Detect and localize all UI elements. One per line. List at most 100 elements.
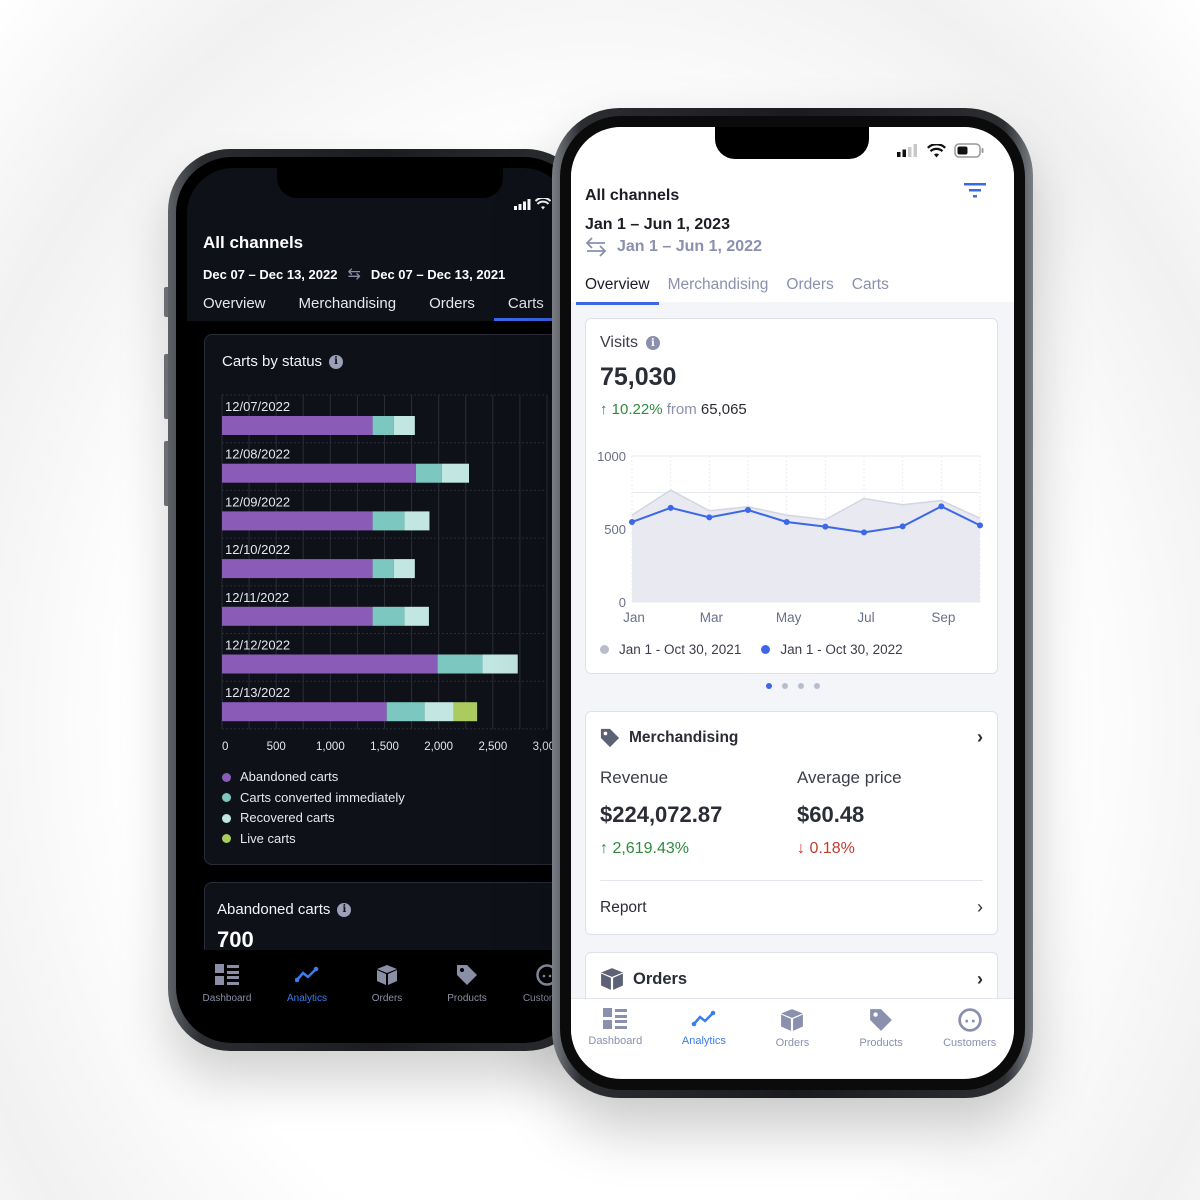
status-bar [514, 198, 551, 210]
pager-dot[interactable] [797, 683, 804, 689]
notch [715, 127, 869, 159]
y-tick-label: 500 [604, 522, 626, 537]
tab-merchandising[interactable]: Merchandising [299, 295, 397, 320]
filter-button[interactable] [964, 183, 988, 203]
carts-by-status-card: Carts by status i 12/07/2022 12/08/2022 12… [204, 334, 569, 865]
visits-card[interactable]: Visits i 75,030 ↑ 10.22% from 65,065 0 50… [585, 318, 998, 674]
x-tick-label: 500 [267, 741, 286, 753]
chart-legend: Jan 1 - Oct 30, 2021 Jan 1 - Oct 30, 2022 [600, 642, 903, 657]
carts-bar-chart: 12/07/2022 12/08/2022 12/09/2022 12/10/2022… [221, 394, 561, 753]
tab-carts[interactable]: Carts [852, 276, 889, 302]
orders-title: Orders [633, 969, 688, 988]
nav-customers[interactable]: Customers [925, 999, 1014, 1078]
chart-legend: Abandoned carts Carts converted immediate… [222, 767, 405, 849]
bar-segment-carts-converted-immediately [372, 511, 405, 531]
page-title: All channels [203, 233, 304, 252]
tag-icon [457, 965, 477, 985]
info-icon[interactable]: i [645, 336, 660, 350]
pager-dot[interactable] [813, 683, 820, 689]
chevron-right-icon[interactable]: › [977, 727, 983, 748]
revenue-value: $224,072.87 [600, 802, 723, 827]
y-tick-label: 1000 [597, 449, 626, 464]
bar-segment-recovered-carts [441, 463, 469, 483]
side-button [164, 354, 168, 419]
light-phone: All channels Jan 1 – Jun 1, 2023 Jan 1 –… [552, 108, 1033, 1098]
data-point [977, 522, 983, 529]
tab-carts[interactable]: Carts [493, 295, 569, 321]
compare-date-range[interactable]: Jan 1 – Jun 1, 2022 [585, 237, 762, 257]
nav-orders[interactable]: Orders [748, 999, 837, 1078]
date-range-picker[interactable]: Dec 07 – Dec 13, 2022 ⇆ Dec 07 – Dec 13,… [203, 264, 505, 284]
orders-box-icon [781, 1009, 804, 1031]
chevron-right-icon: › [977, 897, 983, 917]
nav-label: Customers [943, 1037, 997, 1049]
signal-icon [514, 198, 531, 210]
nav-analytics[interactable]: Analytics [660, 999, 749, 1078]
legend-label: Jan 1 - Oct 30, 2021 [619, 642, 742, 657]
merchandising-card: Merchandising › Revenue $224,072.87 ↑ 2,… [585, 711, 998, 935]
average-price-label: Average price [797, 768, 902, 787]
legend-label: Live carts [240, 830, 296, 846]
legend-dot [600, 645, 609, 654]
bar-segment-abandoned-carts [222, 463, 416, 483]
bar-segment-abandoned-carts [222, 559, 373, 579]
change-percent: 10.22% [611, 401, 663, 418]
nav-dashboard[interactable]: Dashboard [187, 950, 267, 1032]
nav-label: Orders [775, 1037, 810, 1049]
side-button [164, 287, 168, 317]
nav-label: Dashboard [202, 993, 252, 1004]
average-price-change: ↓ 0.18% [797, 840, 902, 858]
bar-segment-abandoned-carts [222, 654, 438, 674]
bar-segment-abandoned-carts [222, 416, 373, 435]
bar-segment-carts-converted-immediately [437, 654, 483, 674]
arrow-down-icon: ↓ [797, 840, 805, 857]
legend-item: Jan 1 - Oct 30, 2022 [761, 642, 903, 657]
wifi-icon [927, 143, 946, 157]
date-range: Dec 07 – Dec 13, 2022 [203, 266, 338, 282]
nav-label: Analytics [286, 993, 327, 1004]
compare-swap-icon [585, 237, 607, 257]
pager-dot[interactable] [781, 683, 788, 689]
tab-overview[interactable]: Overview [576, 276, 659, 305]
orders-header[interactable]: Orders › [600, 967, 983, 991]
light-screen: All channels Jan 1 – Jun 1, 2023 Jan 1 –… [571, 127, 1014, 1079]
legend-item: Abandoned carts [222, 767, 405, 788]
date-range[interactable]: Jan 1 – Jun 1, 2023 [585, 216, 730, 234]
orders-box-icon [601, 968, 623, 990]
side-button [164, 441, 168, 506]
tab-orders[interactable]: Orders [429, 295, 475, 320]
revenue-label: Revenue [600, 768, 669, 787]
bar-category-label: 12/07/2022 [225, 399, 290, 414]
x-tick-label: 1,000 [316, 741, 345, 753]
status-bar [897, 143, 984, 158]
info-icon[interactable]: i [329, 354, 344, 369]
nav-orders[interactable]: Orders [347, 950, 427, 1032]
nav-label: Products [447, 993, 487, 1004]
nav-dashboard[interactable]: Dashboard [571, 999, 660, 1078]
legend-label: Jan 1 - Oct 30, 2022 [780, 642, 903, 657]
tab-orders[interactable]: Orders [786, 276, 833, 302]
bar-category-label: 12/09/2022 [225, 494, 290, 509]
merchandising-header[interactable]: Merchandising › [600, 727, 983, 748]
bar-category-label: 12/11/2022 [225, 590, 289, 605]
nav-analytics[interactable]: Analytics [267, 950, 347, 1032]
report-link[interactable]: Report › [600, 897, 983, 918]
battery-icon [954, 143, 984, 158]
nav-products[interactable]: Products [837, 999, 926, 1078]
abandoned-carts-title: Abandoned carts [217, 901, 331, 918]
area-series-prev [632, 490, 980, 602]
orders-box-icon [377, 965, 397, 985]
nav-label: Orders [371, 993, 403, 1004]
y-tick-label: 0 [619, 595, 626, 610]
tab-merchandising[interactable]: Merchandising [668, 276, 769, 302]
tab-overview[interactable]: Overview [203, 295, 266, 320]
nav-products[interactable]: Products [427, 950, 507, 1032]
bottom-nav: Dashboard Analytics Orders Products Cust… [571, 998, 1014, 1078]
info-icon[interactable]: i [337, 902, 352, 917]
filter-icon [964, 183, 986, 198]
chevron-right-icon[interactable]: › [977, 969, 983, 990]
wifi-icon [535, 198, 551, 210]
pager-dot[interactable] [765, 683, 772, 689]
analytics-icon [691, 1010, 716, 1027]
x-tick-label: Jul [857, 610, 874, 625]
